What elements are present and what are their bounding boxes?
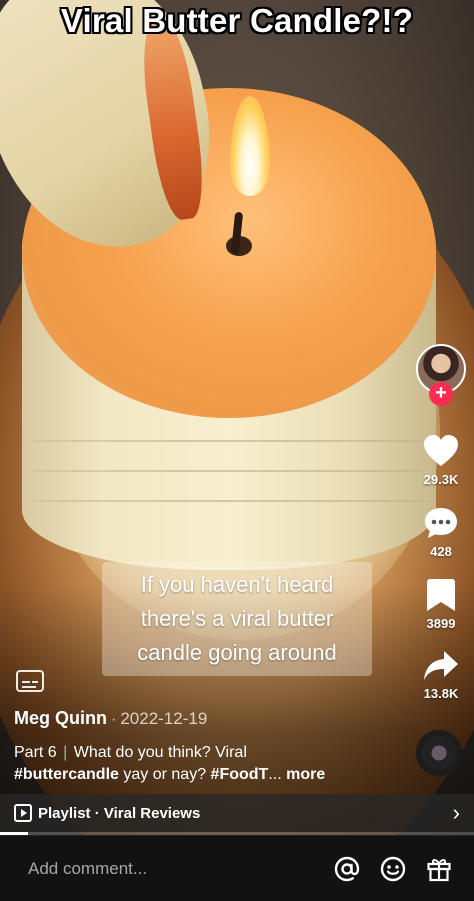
- comment-input[interactable]: [28, 858, 316, 879]
- video-description[interactable]: Part 6 | What do you think? Viral #butte…: [14, 742, 394, 786]
- save-button[interactable]: 3899: [414, 578, 468, 631]
- save-count: 3899: [426, 616, 456, 631]
- comment-icon: [425, 508, 457, 538]
- creator-name[interactable]: Meg Quinn: [14, 708, 107, 728]
- video-overlay-title: Viral Butter Candle?!?: [60, 2, 414, 39]
- share-icon: [424, 651, 458, 680]
- caption-line: If you haven't heard: [140, 572, 334, 597]
- hashtag[interactable]: #FoodT: [211, 766, 269, 783]
- mention-icon: [334, 856, 360, 881]
- comment-bar: [0, 835, 474, 901]
- emoji-icon: [380, 856, 406, 881]
- mention-button[interactable]: [332, 854, 362, 884]
- share-count: 13.8K: [423, 686, 459, 701]
- bookmark-icon: [427, 579, 455, 611]
- playlist-label: Playlist · Viral Reviews: [38, 804, 201, 822]
- heart-icon: [424, 435, 458, 466]
- like-count: 29.3K: [423, 472, 459, 487]
- comment-button[interactable]: 428: [414, 506, 468, 559]
- description-separator: |: [63, 744, 68, 761]
- gift-icon: [427, 858, 451, 881]
- playlist-bar[interactable]: Playlist · Viral Reviews ›: [0, 794, 474, 832]
- playlist-icon: [14, 804, 32, 822]
- post-date: 2022-12-19: [120, 709, 208, 728]
- hashtag[interactable]: #buttercandle: [14, 766, 119, 783]
- description-part: Part 6: [14, 744, 57, 761]
- video-caption: If you haven't heard there's a viral but…: [102, 562, 372, 676]
- description-ellipsis: ...: [268, 766, 282, 783]
- creator-avatar-group: +: [416, 344, 466, 406]
- emoji-button[interactable]: [378, 854, 408, 884]
- share-button[interactable]: 13.8K: [414, 650, 468, 701]
- action-rail: + 29.3K 428 3899 13.8K: [414, 344, 468, 720]
- music-disc-icon[interactable]: [416, 730, 462, 776]
- gift-button[interactable]: [424, 854, 454, 884]
- follow-button[interactable]: +: [429, 382, 453, 406]
- description-text: What do you think? Viral: [73, 744, 247, 761]
- caption-line: there's a viral butter: [140, 606, 334, 631]
- comment-count: 428: [430, 544, 452, 559]
- like-button[interactable]: 29.3K: [414, 434, 468, 487]
- caption-line: candle going around: [137, 640, 337, 665]
- closed-captions-icon[interactable]: [16, 670, 44, 692]
- description-text: yay or nay?: [123, 766, 207, 783]
- more-button[interactable]: more: [286, 766, 325, 783]
- creator-info: Meg Quinn · 2022-12-19: [14, 708, 208, 728]
- chevron-right-icon: ›: [452, 800, 460, 825]
